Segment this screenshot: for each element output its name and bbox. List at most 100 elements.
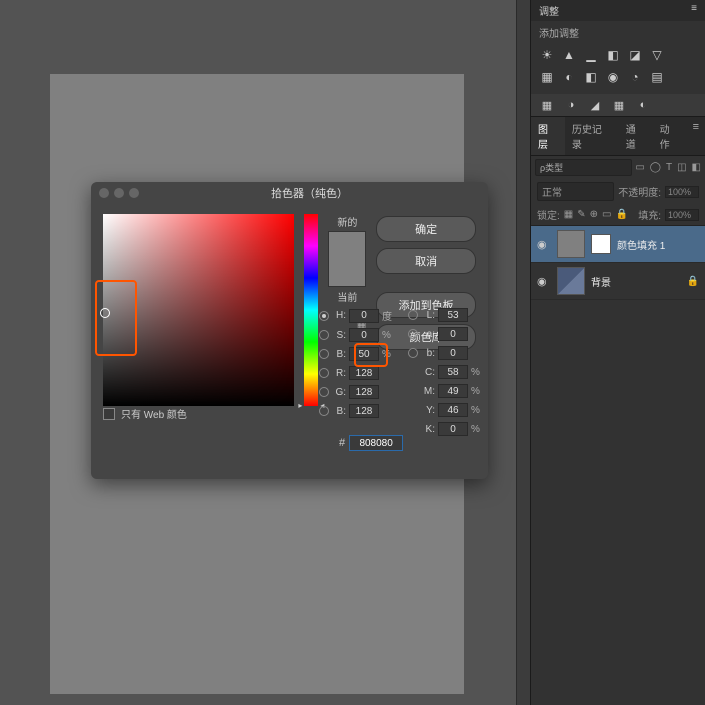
h-radio[interactable] (319, 311, 329, 321)
hex-row: # (339, 435, 403, 451)
h-input[interactable] (349, 309, 379, 323)
lock-icon: 🔒 (687, 276, 699, 287)
adjustments-title: 添加调整 (531, 21, 705, 44)
c-label: C: (421, 367, 435, 378)
ok-button[interactable]: 确定 (376, 216, 476, 242)
color-picker-dialog: 拾色器（纯色） ▸◂ 新的 当前 ▣ ▦ 确定 取消 添加到色板 颜色库 (91, 182, 488, 479)
layer-filter-row: ρ 类型 ▭ ◯ T ◫ ◧ (531, 156, 705, 179)
l-label: L: (421, 310, 435, 321)
s-input[interactable] (349, 328, 379, 342)
gradient-map-icon[interactable]: ◢ (587, 98, 603, 112)
g-radio[interactable] (319, 387, 329, 397)
tab-channels[interactable]: 通道 (619, 117, 653, 155)
annotation-highlight (95, 280, 137, 356)
filter-adjust-icon[interactable]: ◯ (650, 162, 661, 173)
layer-name: 背景 (591, 274, 681, 289)
color-balance-icon[interactable]: ▦ (539, 70, 555, 84)
posterize-icon[interactable]: ▤ (649, 70, 665, 84)
a-radio[interactable] (408, 329, 418, 339)
r-label: R: (332, 368, 346, 379)
y-input[interactable] (438, 403, 468, 417)
r-input[interactable] (349, 366, 379, 380)
tab-actions[interactable]: 动作 (653, 117, 687, 155)
blend-mode-dropdown[interactable]: 正常 (537, 182, 614, 201)
lab-b-input[interactable] (438, 346, 468, 360)
dialog-titlebar[interactable]: 拾色器（纯色） (91, 182, 488, 204)
k-input[interactable] (438, 422, 468, 436)
filter-smart-icon[interactable]: ◧ (692, 162, 701, 173)
minimize-icon[interactable] (114, 188, 124, 198)
new-color-label: 新的 (328, 214, 366, 229)
hue-slider[interactable]: ▸◂ (304, 214, 318, 406)
lookup-icon[interactable]: ◔ (627, 70, 643, 84)
opacity-input[interactable]: 100% (665, 186, 699, 198)
cancel-button[interactable]: 取消 (376, 248, 476, 274)
panel-menu-icon[interactable]: ≡ (691, 3, 697, 18)
filter-type-icon[interactable]: T (666, 162, 672, 173)
web-colors-row: 只有 Web 颜色 (103, 406, 187, 421)
bw-icon[interactable]: ◐ (561, 70, 577, 84)
maximize-icon[interactable] (129, 188, 139, 198)
levels-icon[interactable]: ▲ (561, 48, 577, 62)
exposure-icon[interactable]: ◧ (605, 48, 621, 62)
b-radio[interactable] (319, 349, 329, 359)
photo-filter-icon[interactable]: ◧ (583, 70, 599, 84)
c-input[interactable] (438, 365, 468, 379)
l-input[interactable] (438, 308, 468, 322)
fill-input[interactable]: 100% (665, 209, 699, 221)
layer-item[interactable]: ◉ 颜色填充 1 (531, 226, 705, 263)
layer-name: 颜色填充 1 (617, 237, 699, 252)
close-icon[interactable] (99, 188, 109, 198)
r-radio[interactable] (319, 368, 329, 378)
lock-transparency-icon[interactable]: ▦ (564, 209, 573, 220)
more-adjust-icon[interactable]: ◐ (635, 98, 651, 112)
filter-pixel-icon[interactable]: ▭ (635, 162, 644, 173)
layer-thumbnail[interactable] (557, 230, 585, 258)
layer-thumbnail[interactable] (557, 267, 585, 295)
brightness-icon[interactable]: ☀ (539, 48, 555, 62)
tab-layers[interactable]: 图层 (531, 117, 565, 155)
filter-shape-icon[interactable]: ◫ (677, 162, 686, 173)
invert-icon[interactable]: ▦ (539, 98, 555, 112)
color-preview-swatch[interactable] (328, 231, 366, 287)
hex-prefix: # (339, 437, 345, 449)
lab-b-radio[interactable] (408, 348, 418, 358)
lock-paint-icon[interactable]: ✎ (577, 209, 585, 220)
curves-icon[interactable]: ▁ (583, 48, 599, 62)
right-sidebar: 调整 ≡ 添加调整 ☀ ▲ ▁ ◧ ◪ ▽ ▦ ◐ ◧ ◉ ◔ ▤ ▦ ◑ ◢ … (530, 0, 705, 705)
hue-icon[interactable]: ▽ (649, 48, 665, 62)
lock-artboard-icon[interactable]: ▭ (602, 209, 611, 220)
panel-menu-icon[interactable]: ≡ (687, 117, 705, 155)
vertical-scrollbar[interactable] (516, 0, 530, 705)
layer-item[interactable]: ◉ 背景 🔒 (531, 263, 705, 300)
selective-color-icon[interactable]: ▦ (611, 98, 627, 112)
bl-input[interactable] (349, 404, 379, 418)
dialog-title: 拾色器（纯色） (139, 185, 480, 201)
l-radio[interactable] (408, 310, 418, 320)
threshold-icon[interactable]: ◑ (563, 98, 579, 112)
web-colors-checkbox[interactable] (103, 408, 115, 420)
layer-mask-thumbnail[interactable] (591, 234, 611, 254)
layer-filter-dropdown[interactable]: ρ 类型 (535, 159, 632, 176)
b-input[interactable] (349, 347, 379, 361)
adjustment-icons-row3: ▦ ◑ ◢ ▦ ◐ (531, 94, 705, 116)
visibility-icon[interactable]: ◉ (537, 275, 551, 288)
s-radio[interactable] (319, 330, 329, 340)
channel-mixer-icon[interactable]: ◉ (605, 70, 621, 84)
lock-label: 锁定: (537, 207, 560, 222)
a-input[interactable] (438, 327, 468, 341)
web-colors-label: 只有 Web 颜色 (121, 406, 187, 421)
color-field[interactable] (103, 214, 294, 406)
m-input[interactable] (438, 384, 468, 398)
panel-tabs: 图层 历史记录 通道 动作 ≡ (531, 117, 705, 156)
lock-position-icon[interactable]: ⊕ (590, 209, 598, 220)
lock-row: 锁定: ▦ ✎ ⊕ ▭ 🔒 填充: 100% (531, 204, 705, 225)
vibrance-icon[interactable]: ◪ (627, 48, 643, 62)
tab-history[interactable]: 历史记录 (565, 117, 619, 155)
fill-label: 填充: (638, 207, 661, 222)
g-input[interactable] (349, 385, 379, 399)
visibility-icon[interactable]: ◉ (537, 238, 551, 251)
hex-input[interactable] (349, 435, 403, 451)
lock-all-icon[interactable]: 🔒 (615, 209, 627, 220)
bl-radio[interactable] (319, 406, 329, 416)
